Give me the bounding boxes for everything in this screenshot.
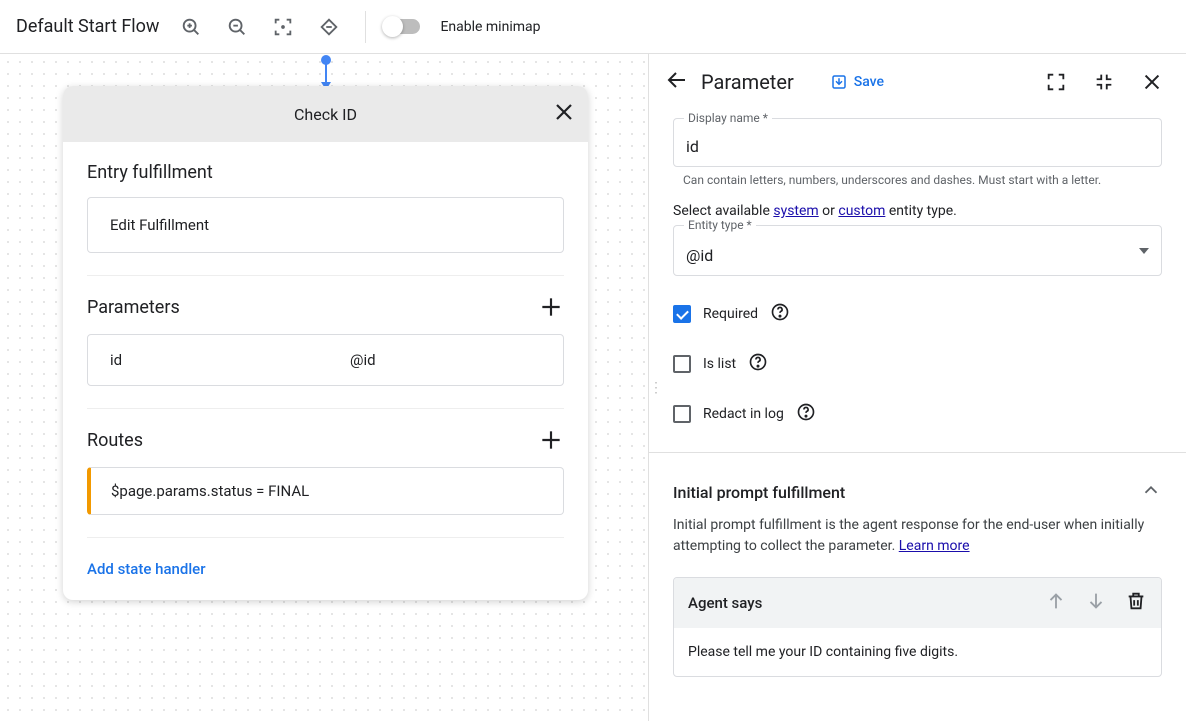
minimap-label: Enable minimap: [440, 19, 540, 35]
ipf-header[interactable]: Initial prompt fulfillment: [649, 461, 1186, 515]
zoom-out-icon[interactable]: [219, 9, 255, 45]
delete-icon[interactable]: [1125, 590, 1147, 616]
chevron-down-icon: [1139, 248, 1149, 254]
help-icon[interactable]: [748, 352, 768, 376]
display-name-label: Display name *: [684, 111, 772, 125]
display-name-field[interactable]: Display name * id: [673, 118, 1162, 167]
panel-title: Parameter: [701, 70, 794, 94]
close-panel-icon[interactable]: [1134, 64, 1170, 100]
card-title: Check ID: [294, 105, 357, 124]
param-type: @id: [350, 351, 376, 369]
islist-label: Is list: [703, 356, 736, 372]
system-link[interactable]: system: [773, 203, 818, 219]
toolbar: Default Start Flow Enable minimap: [0, 0, 1186, 54]
minimap-toggle[interactable]: [384, 19, 420, 34]
page-card: Check ID Entry fulfillment Edit Fulfillm…: [63, 86, 588, 600]
parameter-panel: ⋮⋮ Parameter Save Display name * id Can …: [648, 54, 1186, 721]
required-label: Required: [703, 306, 758, 322]
redact-checkbox[interactable]: [673, 405, 691, 423]
flow-canvas[interactable]: Check ID Entry fulfillment Edit Fulfillm…: [0, 54, 648, 721]
display-name-helper: Can contain letters, numbers, underscore…: [683, 173, 1162, 187]
agent-text-input[interactable]: Please tell me your ID containing five d…: [674, 628, 1161, 676]
flow-title: Default Start Flow: [16, 16, 159, 37]
help-icon[interactable]: [796, 402, 816, 426]
connector: [325, 59, 327, 89]
reset-icon[interactable]: [311, 9, 347, 45]
entity-help-line: Select available system or custom entity…: [673, 203, 1162, 219]
display-name-value: id: [686, 137, 1149, 156]
move-up-icon[interactable]: [1045, 590, 1067, 616]
ipf-description: Initial prompt fulfillment is the agent …: [649, 515, 1186, 569]
help-icon[interactable]: [770, 302, 790, 326]
divider: [365, 11, 366, 43]
islist-checkbox[interactable]: [673, 355, 691, 373]
parameter-row[interactable]: id @id: [87, 334, 564, 386]
add-route-icon[interactable]: [538, 427, 564, 453]
collapse-icon[interactable]: [1086, 64, 1122, 100]
save-button[interactable]: Save: [830, 73, 884, 91]
card-header: Check ID: [63, 86, 588, 142]
chevron-up-icon: [1140, 479, 1162, 505]
entity-type-label: Entity type *: [684, 218, 756, 232]
fit-screen-icon[interactable]: [265, 9, 301, 45]
edit-fulfillment-button[interactable]: Edit Fulfillment: [87, 197, 564, 253]
custom-link[interactable]: custom: [838, 203, 885, 219]
param-name: id: [110, 351, 350, 369]
entity-type-select[interactable]: Entity type * @id: [673, 225, 1162, 276]
entry-fulfillment-heading: Entry fulfillment: [87, 162, 564, 183]
routes-heading: Routes: [87, 427, 564, 453]
zoom-in-icon[interactable]: [173, 9, 209, 45]
back-icon[interactable]: [665, 68, 689, 96]
resize-handle[interactable]: ⋮⋮: [648, 373, 654, 403]
redact-label: Redact in log: [703, 406, 784, 422]
agent-says-card: Agent says Please tell me your ID contai…: [673, 577, 1162, 677]
add-parameter-icon[interactable]: [538, 294, 564, 320]
learn-more-link[interactable]: Learn more: [899, 538, 970, 554]
entity-type-value: @id: [686, 246, 1149, 265]
fullscreen-icon[interactable]: [1038, 64, 1074, 100]
add-state-handler-link[interactable]: Add state handler: [87, 560, 564, 578]
route-row[interactable]: $page.params.status = FINAL: [87, 467, 564, 515]
agent-says-label: Agent says: [688, 594, 762, 612]
move-down-icon[interactable]: [1085, 590, 1107, 616]
parameters-heading: Parameters: [87, 294, 564, 320]
required-checkbox[interactable]: [673, 305, 691, 323]
close-icon[interactable]: [552, 100, 576, 128]
